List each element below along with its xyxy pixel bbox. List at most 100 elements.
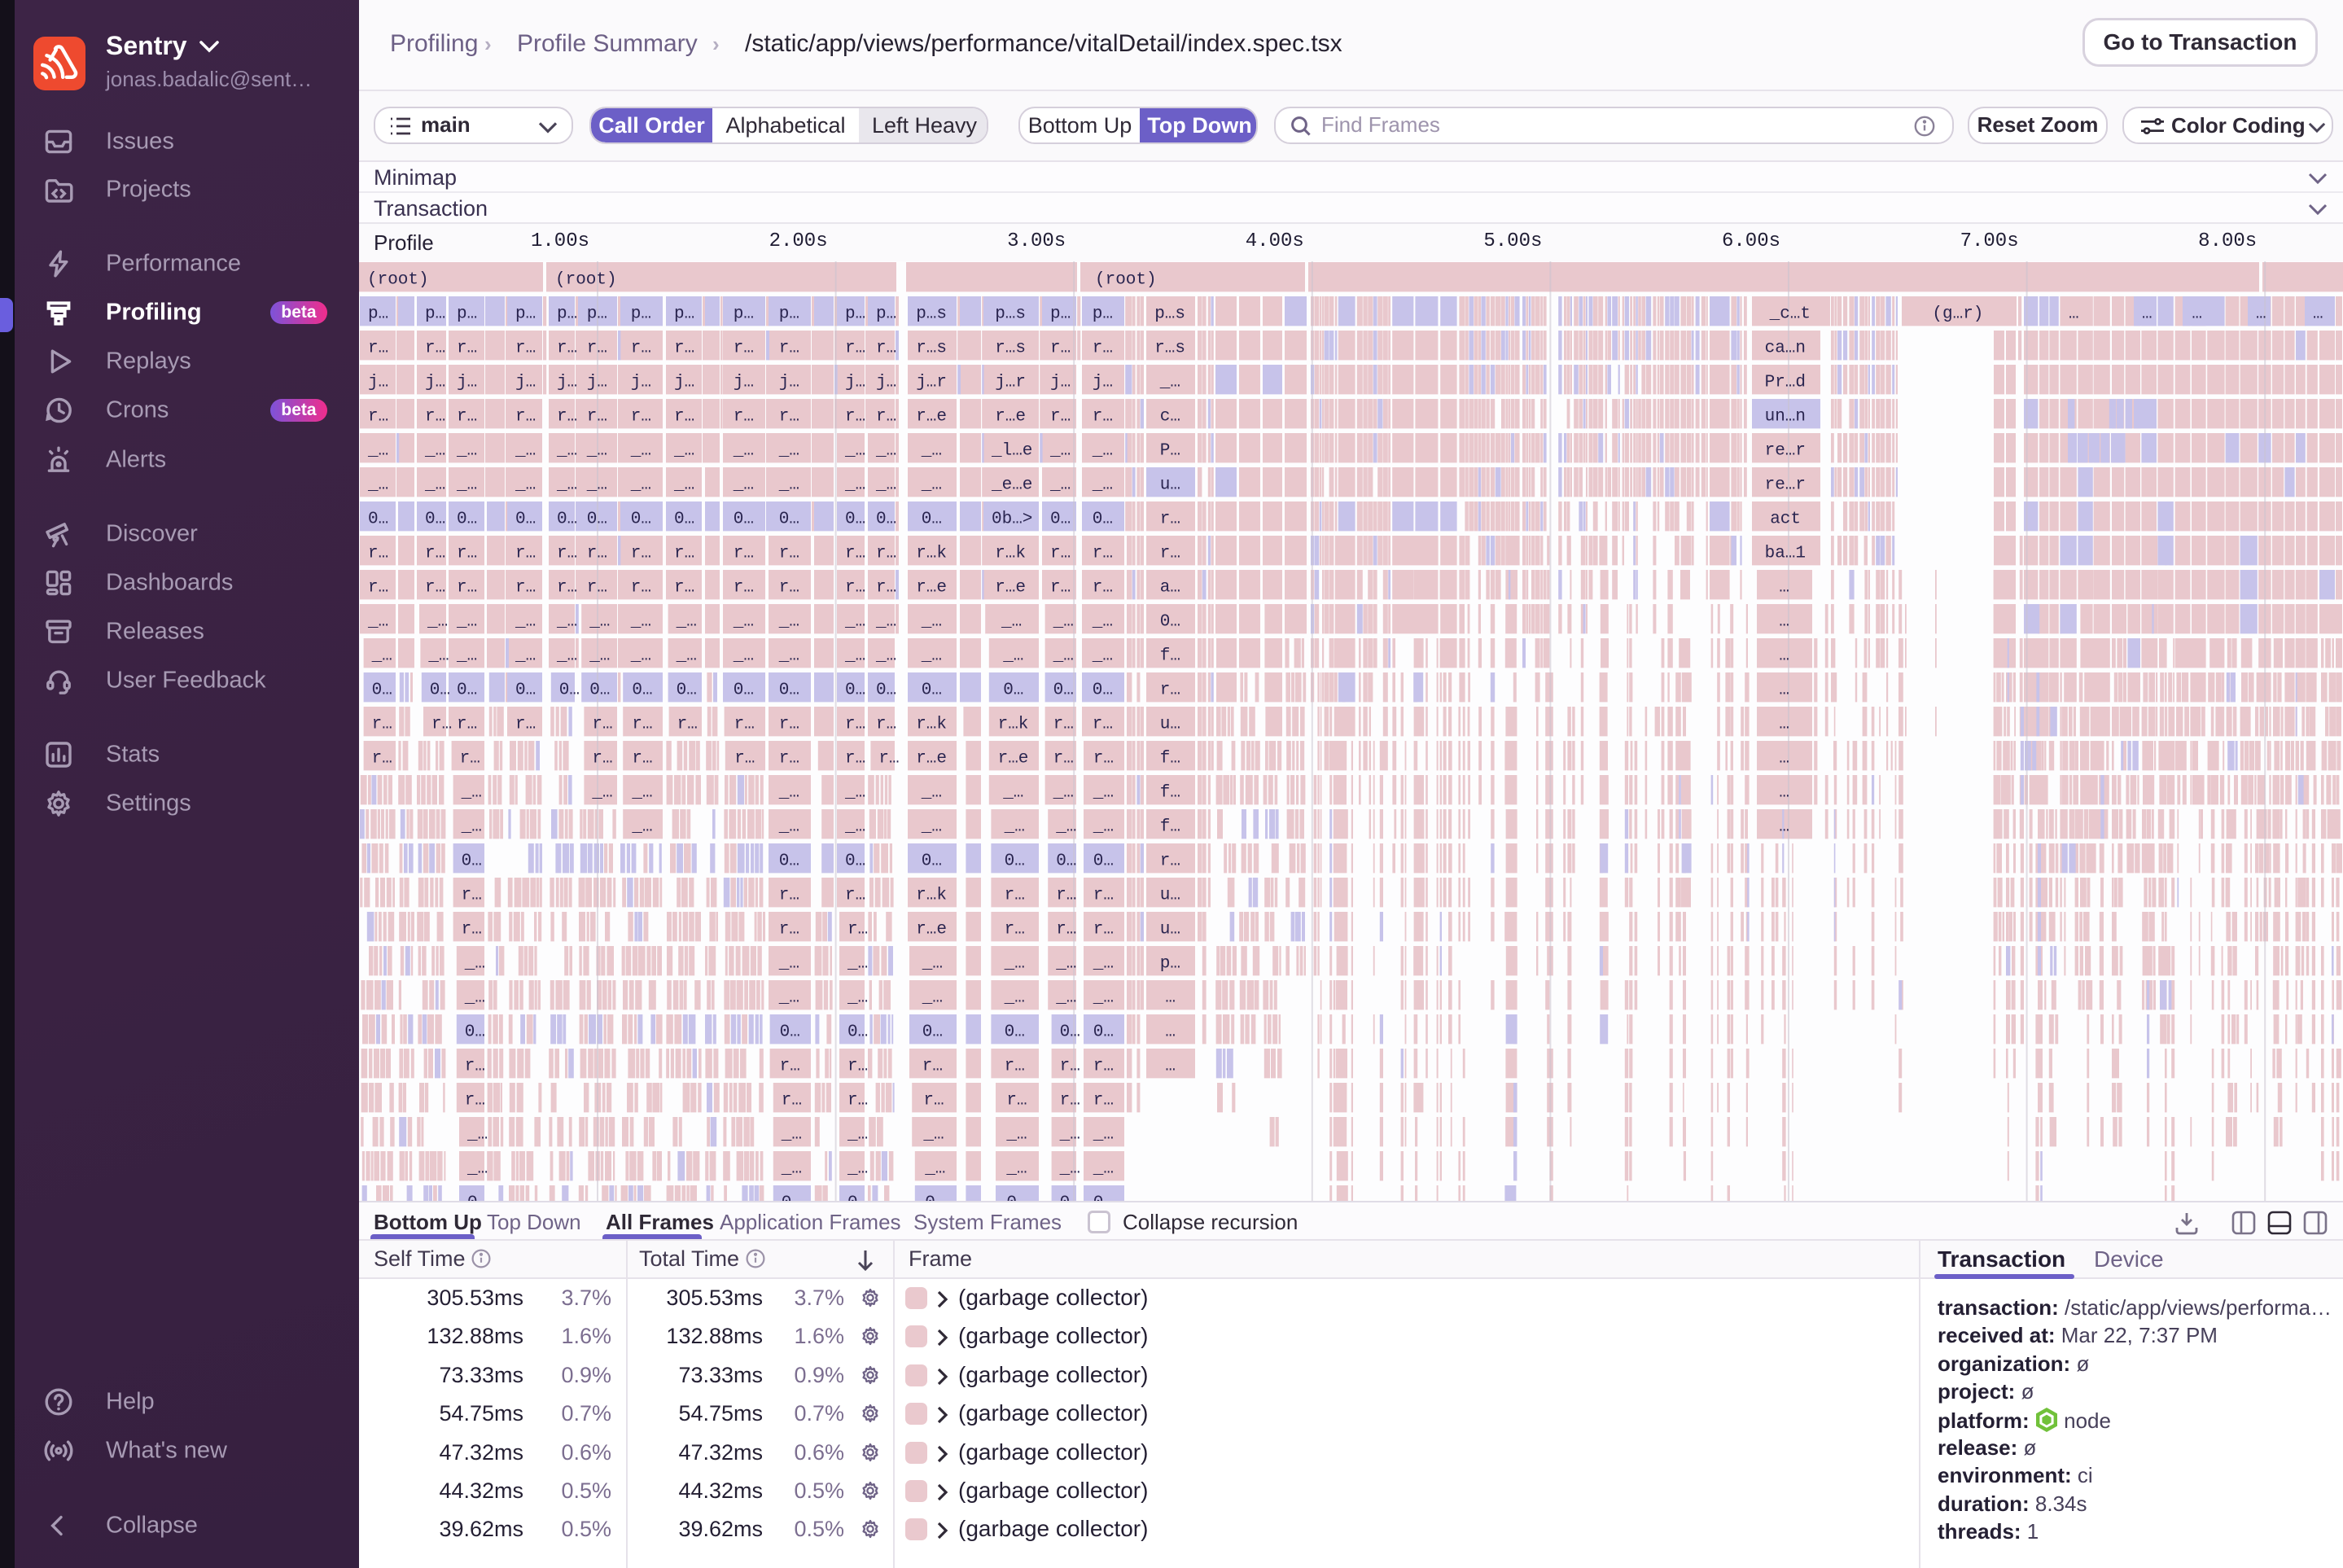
svg-text:r…: r… xyxy=(425,578,445,597)
svg-text:_…: _… xyxy=(464,954,485,973)
svg-text:_…: _… xyxy=(921,817,942,836)
svg-text:_…: _… xyxy=(456,646,477,665)
svg-text:j…: j… xyxy=(1050,373,1071,392)
svg-text:p…: p… xyxy=(587,304,607,323)
svg-text:r…: r… xyxy=(515,407,536,426)
svg-text:_…: _… xyxy=(556,612,577,631)
svg-text:_…: _… xyxy=(461,783,482,802)
svg-text:p…: p… xyxy=(425,304,445,323)
svg-text:0…: 0… xyxy=(922,852,942,870)
svg-text:_…: _… xyxy=(466,1159,488,1178)
svg-text:_…: _… xyxy=(1055,954,1076,973)
svg-text:_…: _… xyxy=(1005,1125,1027,1144)
svg-text:r…: r… xyxy=(557,339,577,357)
svg-text:_…: _… xyxy=(1093,817,1114,836)
svg-text:r…: r… xyxy=(734,339,754,357)
svg-text:r…: r… xyxy=(631,339,651,357)
svg-text:_…: _… xyxy=(875,646,896,665)
svg-text:p…: p… xyxy=(368,304,388,323)
svg-text:r…: r… xyxy=(1053,715,1074,734)
svg-text:_…: _… xyxy=(424,475,445,494)
svg-text:j…: j… xyxy=(587,373,607,392)
svg-text:_…: _… xyxy=(456,612,477,631)
svg-text:r…: r… xyxy=(587,339,607,357)
svg-text:r…: r… xyxy=(462,886,482,904)
svg-text:_…: _… xyxy=(921,783,942,802)
svg-text:_…: _… xyxy=(631,817,652,836)
svg-text:…: … xyxy=(2142,304,2152,323)
svg-text:r…: r… xyxy=(779,544,799,563)
svg-text:_…: _… xyxy=(466,1125,488,1144)
svg-text:r…: r… xyxy=(1056,920,1076,939)
svg-text:j…: j… xyxy=(425,373,445,392)
svg-text:r…: r… xyxy=(592,715,612,734)
svg-text:0…: 0… xyxy=(1053,681,1074,699)
svg-text:r…: r… xyxy=(1093,544,1113,563)
svg-text:_…: _… xyxy=(847,988,868,1007)
svg-text:r…: r… xyxy=(847,1091,868,1110)
svg-text:_…: _… xyxy=(1002,783,1023,802)
svg-text:_…: _… xyxy=(371,646,392,665)
svg-text:0b…>: 0b…> xyxy=(992,510,1032,528)
svg-text:r…: r… xyxy=(372,715,392,734)
svg-text:_…: _… xyxy=(921,612,942,631)
svg-text:0…: 0… xyxy=(1003,681,1023,699)
svg-text:…: … xyxy=(1165,1057,1176,1075)
svg-text:r…: r… xyxy=(847,920,868,939)
svg-text:0…: 0… xyxy=(631,510,651,528)
svg-text:r…: r… xyxy=(845,715,865,734)
svg-text:r…: r… xyxy=(460,749,480,768)
svg-text:_…: _… xyxy=(1092,475,1113,494)
svg-text:_…: _… xyxy=(673,441,694,460)
svg-text:0…: 0… xyxy=(368,510,388,528)
svg-text:_…: _… xyxy=(921,475,942,494)
svg-text:_e…e: _e…e xyxy=(991,475,1032,494)
svg-text:re…r: re…r xyxy=(1765,441,1806,460)
svg-text:_…: _… xyxy=(1093,954,1114,973)
svg-text:r…: r… xyxy=(592,749,612,768)
svg-text:j…: j… xyxy=(876,373,896,392)
svg-text:r…: r… xyxy=(779,407,799,426)
svg-text:r…: r… xyxy=(425,339,445,357)
svg-text:r…: r… xyxy=(674,578,694,597)
svg-text:r…: r… xyxy=(587,544,607,563)
svg-text:r…k: r…k xyxy=(998,715,1029,734)
svg-text:r…: r… xyxy=(515,544,536,563)
svg-text:_…: _… xyxy=(631,783,652,802)
svg-text:r…: r… xyxy=(1093,749,1114,768)
svg-text:_…: _… xyxy=(922,954,943,973)
svg-text:u…: u… xyxy=(1160,715,1180,734)
svg-text:p…: p… xyxy=(734,304,754,323)
svg-text:Pr…d: Pr…d xyxy=(1765,373,1806,392)
svg-text:_…: _… xyxy=(367,441,388,460)
svg-text:r…: r… xyxy=(1160,544,1180,563)
svg-text:…: … xyxy=(1779,715,1789,734)
svg-text:0…: 0… xyxy=(780,1023,800,1041)
svg-text:r…: r… xyxy=(1060,1057,1080,1075)
svg-text:r…: r… xyxy=(557,578,577,597)
svg-text:r…e: r…e xyxy=(998,749,1029,768)
svg-text:_…: _… xyxy=(515,612,536,631)
svg-text:r…e: r…e xyxy=(916,749,947,768)
svg-text:r…: r… xyxy=(734,578,754,597)
svg-text:0…: 0… xyxy=(734,510,754,528)
svg-text:0…: 0… xyxy=(589,681,610,699)
svg-text:0…: 0… xyxy=(632,681,652,699)
svg-text:ca…n: ca…n xyxy=(1765,339,1806,357)
svg-text:_…: _… xyxy=(456,441,477,460)
svg-text:0…: 0… xyxy=(782,1194,802,1201)
svg-text:_…: _… xyxy=(1002,646,1023,665)
svg-text:r…: r… xyxy=(631,407,651,426)
svg-text:_…: _… xyxy=(733,475,754,494)
svg-text:_c…t: _c…t xyxy=(1769,304,1811,323)
svg-text:0…: 0… xyxy=(1050,510,1071,528)
svg-text:0…: 0… xyxy=(876,681,896,699)
svg-text:0…: 0… xyxy=(1060,1023,1080,1041)
svg-text:r…: r… xyxy=(845,407,865,426)
svg-text:r…: r… xyxy=(425,407,445,426)
svg-text:r…s: r…s xyxy=(1154,339,1185,357)
svg-text:…: … xyxy=(1779,578,1789,597)
svg-text:r…: r… xyxy=(465,1057,485,1075)
svg-text:r…s: r…s xyxy=(995,339,1026,357)
svg-text:…: … xyxy=(2256,304,2266,323)
